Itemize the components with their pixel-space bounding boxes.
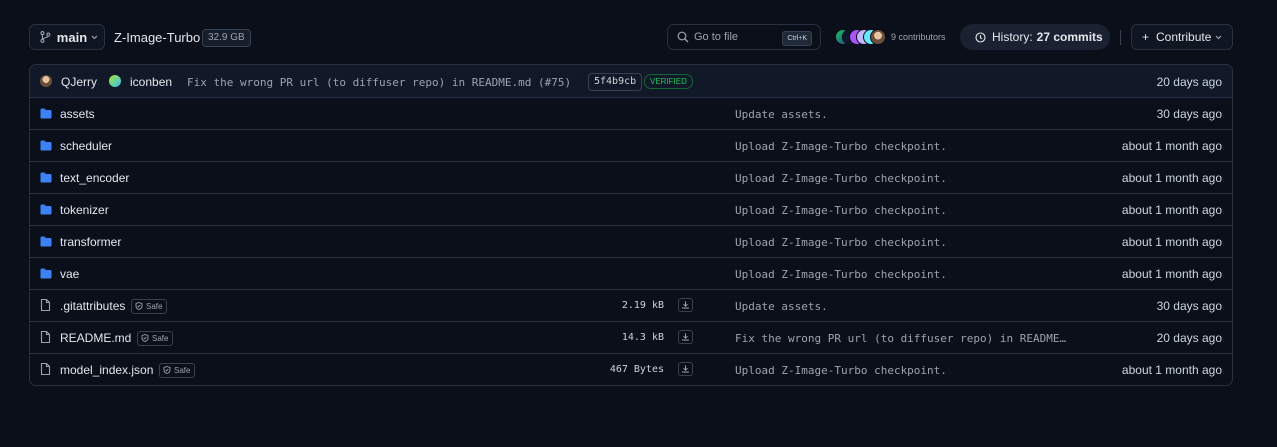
row-commit-time: about 1 month ago xyxy=(1121,363,1222,377)
search-icon xyxy=(677,31,689,43)
folder-icon xyxy=(40,235,52,250)
commit-message[interactable]: Fix the wrong PR url (to diffuser repo) … xyxy=(187,76,571,89)
row-commit-message[interactable]: Fix the wrong PR url (to diffuser repo) … xyxy=(735,332,1066,345)
avatar xyxy=(109,75,121,87)
safe-badge: Safe xyxy=(137,331,174,346)
file-size: 467 Bytes xyxy=(609,364,664,375)
folder-icon xyxy=(40,171,52,186)
last-commit-row: QJerry iconben Fix the wrong PR url (to … xyxy=(30,65,1232,98)
commit-time: 20 days ago xyxy=(1156,75,1222,89)
go-to-file-input[interactable]: Go to file Ctrl+K xyxy=(667,24,821,50)
contributor-avatars[interactable] xyxy=(835,29,889,45)
file-size: 14.3 kB xyxy=(621,332,664,343)
row-commit-message[interactable]: Upload Z-Image-Turbo checkpoint. xyxy=(735,204,947,217)
row-commit-message[interactable]: Upload Z-Image-Turbo checkpoint. xyxy=(735,140,947,153)
go-to-file-placeholder: Go to file xyxy=(694,31,739,43)
file-row[interactable]: model_index.json Safe 467 Bytes Upload Z-Im… xyxy=(30,354,1232,385)
avatar xyxy=(40,75,52,87)
clock-icon xyxy=(975,31,986,43)
row-commit-time: 30 days ago xyxy=(1156,107,1222,121)
folder-icon xyxy=(40,267,52,282)
branch-selector-button[interactable]: main xyxy=(29,24,105,50)
contribute-button[interactable]: + Contribute xyxy=(1131,24,1233,50)
row-commit-time: about 1 month ago xyxy=(1121,203,1222,217)
file-name[interactable]: tokenizer xyxy=(60,203,109,217)
row-commit-message[interactable]: Update assets. xyxy=(735,300,828,313)
row-commit-message[interactable]: Upload Z-Image-Turbo checkpoint. xyxy=(735,268,947,281)
commit-coauthor[interactable]: iconben xyxy=(130,75,172,89)
folder-icon xyxy=(40,139,52,154)
download-button[interactable] xyxy=(678,298,693,312)
repo-header: main Z-Image-Turbo 32.9 GB Go to file Ct… xyxy=(29,24,1233,51)
row-commit-message[interactable]: Upload Z-Image-Turbo checkpoint. xyxy=(735,236,947,249)
shortcut-hint: Ctrl+K xyxy=(782,31,812,46)
file-list: QJerry iconben Fix the wrong PR url (to … xyxy=(29,64,1233,386)
file-name[interactable]: transformer xyxy=(60,235,121,249)
repo-size-badge: 32.9 GB xyxy=(202,29,251,47)
row-commit-time: about 1 month ago xyxy=(1121,235,1222,249)
download-button[interactable] xyxy=(678,362,693,376)
file-name[interactable]: vae xyxy=(60,267,79,281)
folder-icon xyxy=(40,203,52,218)
file-icon xyxy=(40,362,51,378)
file-name[interactable]: text_encoder xyxy=(60,171,129,185)
row-commit-message[interactable]: Upload Z-Image-Turbo checkpoint. xyxy=(735,172,947,185)
file-name[interactable]: model_index.json xyxy=(60,363,153,377)
safe-badge: Safe xyxy=(131,299,168,314)
commit-author[interactable]: QJerry xyxy=(61,75,97,89)
file-name[interactable]: .gitattributes xyxy=(60,299,125,313)
divider xyxy=(1120,30,1121,45)
row-commit-time: 20 days ago xyxy=(1156,331,1222,345)
history-button[interactable]: History: 27 commits xyxy=(960,24,1110,50)
file-icon xyxy=(40,330,51,346)
file-row[interactable]: .gitattributes Safe 2.19 kB Update assets. 3… xyxy=(30,290,1232,322)
avatar xyxy=(870,29,886,45)
history-commits: 27 commits xyxy=(1036,30,1103,44)
folder-row[interactable]: tokenizer Upload Z-Image-Turbo checkpoint… xyxy=(30,194,1232,226)
file-name[interactable]: assets xyxy=(60,107,95,121)
safe-label: Safe xyxy=(146,302,163,311)
folder-row[interactable]: transformer Upload Z-Image-Turbo checkpoi… xyxy=(30,226,1232,258)
folder-row[interactable]: text_encoder Upload Z-Image-Turbo checkpo… xyxy=(30,162,1232,194)
row-commit-time: about 1 month ago xyxy=(1121,171,1222,185)
row-commit-time: about 1 month ago xyxy=(1121,267,1222,281)
folder-row[interactable]: scheduler Upload Z-Image-Turbo checkpoint… xyxy=(30,130,1232,162)
commit-hash[interactable]: 5f4b9cb xyxy=(588,73,643,91)
safe-label: Safe xyxy=(174,366,191,375)
file-name[interactable]: README.md xyxy=(60,331,131,345)
file-name[interactable]: scheduler xyxy=(60,139,112,153)
chevron-down-icon xyxy=(91,35,98,39)
repo-name[interactable]: Z-Image-Turbo xyxy=(114,30,200,45)
contribute-label: Contribute xyxy=(1156,30,1212,44)
row-commit-message[interactable]: Update assets. xyxy=(735,108,828,121)
chevron-down-icon xyxy=(1215,35,1222,39)
folder-icon xyxy=(40,107,52,122)
safe-label: Safe xyxy=(152,334,169,343)
file-icon xyxy=(40,298,51,314)
download-button[interactable] xyxy=(678,330,693,344)
row-commit-time: 30 days ago xyxy=(1156,299,1222,313)
folder-row[interactable]: vae Upload Z-Image-Turbo checkpoint. about… xyxy=(30,258,1232,290)
history-label: History: xyxy=(992,30,1033,44)
branch-name: main xyxy=(56,29,88,45)
file-row[interactable]: README.md Safe 14.3 kB Fix the wrong PR url… xyxy=(30,322,1232,354)
contributors-link[interactable]: 9 contributors xyxy=(891,32,946,42)
row-commit-time: about 1 month ago xyxy=(1121,139,1222,153)
verified-badge: VERIFIED xyxy=(644,74,693,89)
folder-row[interactable]: assets Update assets. 30 days ago xyxy=(30,98,1232,130)
row-commit-message[interactable]: Upload Z-Image-Turbo checkpoint. xyxy=(735,364,947,377)
plus-icon: + xyxy=(1142,30,1150,44)
safe-badge: Safe xyxy=(159,363,196,378)
file-size: 2.19 kB xyxy=(621,300,664,311)
git-branch-icon xyxy=(40,31,51,43)
